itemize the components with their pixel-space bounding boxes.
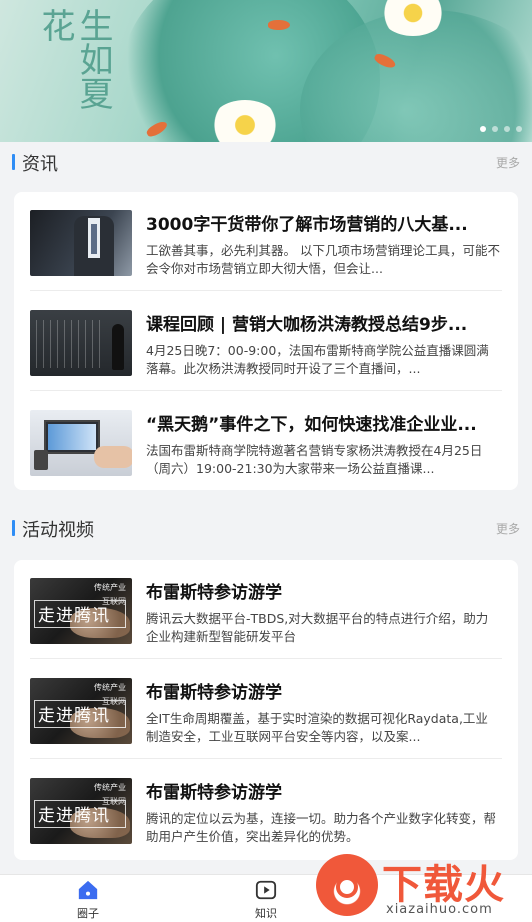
thumb-tag: 传统产业 [94, 583, 126, 592]
banner-calligraphy: 生如夏花 [35, 8, 113, 110]
news-description: 工欲善其事，必先利其器。 以下几项市场营销理论工具，可能不会令你对市场营销立即大… [146, 243, 500, 276]
section-accent-bar [12, 154, 15, 170]
video-description: 腾讯的定位以云为基，连接一切。助力各个产业数字化转变，帮助用户产生价值，突出差异… [146, 811, 497, 844]
news-item[interactable]: “黑天鹅”事件之下，如何快速找准企业业... 法国布雷斯特商学院特邀著名营销专家… [14, 392, 518, 490]
thumb-tag: 互联网 [102, 597, 126, 606]
carousel-indicator [480, 126, 522, 132]
thumb-tag: 传统产业 [94, 683, 126, 692]
lotus-flower-image [210, 100, 280, 142]
more-link[interactable]: 更多 [496, 520, 520, 537]
video-item[interactable]: 走进腾讯 传统产业 互联网 布雷斯特参访游学 全IT生命周期覆盖，基于实时渲染的… [14, 660, 518, 758]
thumb-main-text: 走进腾讯 [38, 806, 110, 826]
carousel-dot [480, 126, 486, 132]
news-description: 4月25日晚7：00-9:00，法国布雷斯特商学院公益直播课圆满落幕。此次杨洪涛… [146, 343, 489, 376]
news-thumbnail [30, 410, 132, 476]
carousel-dot [516, 126, 522, 132]
video-thumbnail: 走进腾讯 传统产业 互联网 [30, 578, 132, 644]
news-description: 法国布雷斯特商学院特邀著名营销专家杨洪涛教授在4月25日（周六）19:00-21… [146, 443, 483, 476]
site-watermark: 下载火 xiazaihuo.com [316, 852, 532, 922]
video-description: 腾讯云大数据平台-TBDS,对大数据平台的特点进行介绍，助力企业构建新型智能研发… [146, 611, 489, 644]
section-title: 活动视频 [22, 520, 94, 541]
news-thumbnail [30, 310, 132, 376]
news-card: 3000字干货带你了解市场营销的八大基... 工欲善其事，必先利其器。 以下几项… [14, 192, 518, 490]
thumb-decor [48, 424, 96, 450]
nav-label: 知识 [255, 907, 277, 920]
video-title: 布雷斯特参访游学 [146, 783, 282, 803]
thumb-tag: 互联网 [102, 797, 126, 806]
divider [30, 390, 502, 391]
section-title: 资讯 [22, 154, 58, 175]
video-section-header: 活动视频 更多 [0, 514, 532, 544]
video-thumbnail: 走进腾讯 传统产业 互联网 [30, 678, 132, 744]
banner-carousel[interactable]: 生如夏花 [0, 0, 532, 142]
watermark-url: xiazaihuo.com [386, 902, 493, 917]
thumb-decor [94, 446, 132, 468]
news-section-header: 资讯 更多 [0, 148, 532, 178]
section-accent-bar [12, 520, 15, 536]
home-icon [78, 880, 98, 900]
video-item[interactable]: 走进腾讯 传统产业 互联网 布雷斯特参访游学 腾讯云大数据平台-TBDS,对大数… [14, 560, 518, 658]
thumb-decor [112, 324, 124, 370]
thumb-main-text: 走进腾讯 [38, 706, 110, 726]
divider [30, 658, 502, 659]
thumb-decor [36, 320, 106, 368]
carousel-dot [504, 126, 510, 132]
divider [30, 758, 502, 759]
news-item[interactable]: 3000字干货带你了解市场营销的八大基... 工欲善其事，必先利其器。 以下几项… [14, 192, 518, 290]
thumb-tag: 互联网 [102, 697, 126, 706]
video-description: 全IT生命周期覆盖，基于实时渲染的数据可视化Raydata,工业制造安全，工业互… [146, 711, 488, 744]
nav-label: 圈子 [77, 907, 99, 920]
video-item[interactable]: 走进腾讯 传统产业 互联网 布雷斯特参访游学 腾讯的定位以云为基，连接一切。助力… [14, 760, 518, 858]
news-title: 课程回顾 | 营销大咖杨洪涛教授总结9步... [146, 315, 468, 335]
thumb-main-text: 走进腾讯 [38, 606, 110, 626]
more-link[interactable]: 更多 [496, 154, 520, 171]
thumb-decor [91, 224, 97, 254]
video-card: 走进腾讯 传统产业 互联网 布雷斯特参访游学 腾讯云大数据平台-TBDS,对大数… [14, 560, 518, 860]
koi-fish-image [268, 20, 290, 30]
thumb-tag: 传统产业 [94, 783, 126, 792]
thumb-decor [34, 450, 48, 470]
video-thumbnail: 走进腾讯 传统产业 互联网 [30, 778, 132, 844]
logo-inner [336, 876, 358, 898]
news-item[interactable]: 课程回顾 | 营销大咖杨洪涛教授总结9步... 4月25日晚7：00-9:00，… [14, 292, 518, 390]
video-title: 布雷斯特参访游学 [146, 583, 282, 603]
video-title: 布雷斯特参访游学 [146, 683, 282, 703]
divider [30, 290, 502, 291]
nav-item-circle[interactable]: 圈子 [58, 879, 118, 921]
news-title: 3000字干货带你了解市场营销的八大基... [146, 215, 468, 235]
nav-item-knowledge[interactable]: 知识 [236, 879, 296, 921]
news-title: “黑天鹅”事件之下，如何快速找准企业业... [146, 415, 477, 435]
play-icon [255, 880, 277, 900]
watermark-logo-icon [316, 854, 378, 916]
news-thumbnail [30, 210, 132, 276]
carousel-dot [492, 126, 498, 132]
